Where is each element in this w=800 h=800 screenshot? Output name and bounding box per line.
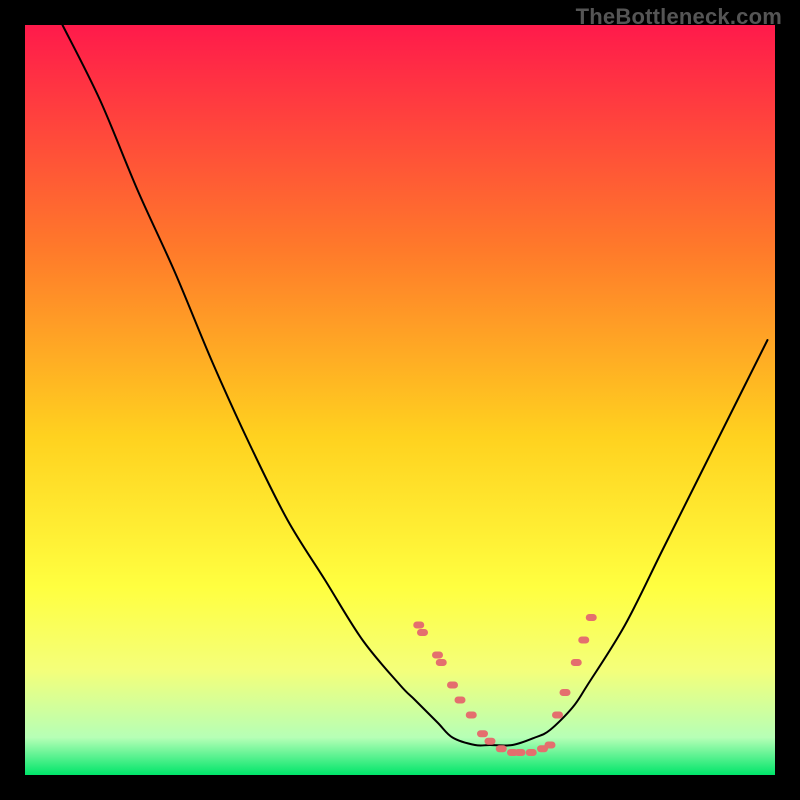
marker-dot — [436, 659, 447, 666]
marker-dot — [447, 682, 458, 689]
marker-dot — [545, 742, 556, 749]
marker-dot — [496, 745, 507, 752]
marker-dot — [432, 652, 443, 659]
marker-dot — [515, 749, 526, 756]
gradient-rect — [25, 25, 775, 775]
marker-dot — [571, 659, 582, 666]
chart-container: TheBottleneck.com — [0, 0, 800, 800]
marker-dot — [560, 689, 571, 696]
marker-dot — [477, 730, 488, 737]
marker-dot — [526, 749, 537, 756]
marker-dot — [586, 614, 597, 621]
marker-dot — [455, 697, 466, 704]
marker-dot — [485, 738, 496, 745]
marker-dot — [552, 712, 563, 719]
marker-dot — [578, 637, 589, 644]
marker-dot — [466, 712, 477, 719]
plot-area — [25, 25, 775, 775]
watermark-text: TheBottleneck.com — [576, 4, 782, 30]
marker-dot — [413, 622, 424, 629]
marker-dot — [417, 629, 428, 636]
chart-svg — [25, 25, 775, 775]
